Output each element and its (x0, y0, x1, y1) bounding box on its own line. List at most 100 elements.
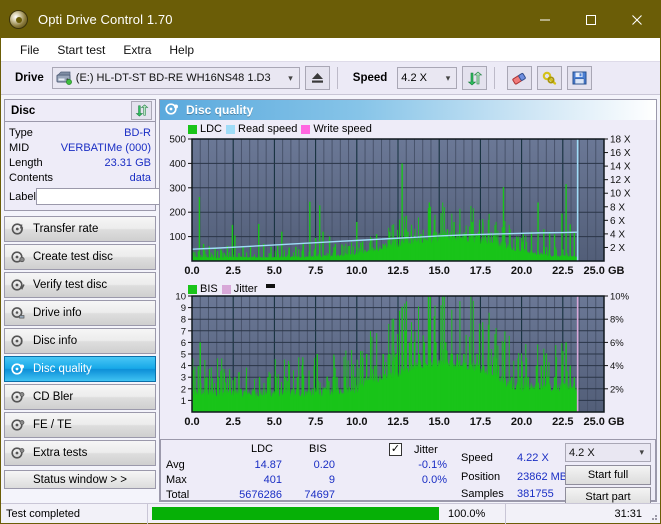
drive-label: Drive (15, 72, 44, 84)
sidebar-item-disc-quality[interactable]: Disc quality (4, 356, 156, 382)
svg-text:300: 300 (169, 183, 186, 194)
drive-value: (E:) HL-DT-ST BD-RE WH16NS48 1.D3 (75, 72, 271, 84)
svg-text:400: 400 (169, 159, 186, 170)
svg-text:14 X: 14 X (610, 162, 631, 173)
tools-button[interactable] (537, 66, 563, 90)
start-full-button[interactable]: Start full (565, 465, 651, 485)
stats-max-bis: 9 (328, 474, 335, 486)
svg-text:20.0: 20.0 (511, 265, 532, 277)
test-speed-select[interactable]: 4.2 X ▾ (565, 443, 651, 462)
menu-file[interactable]: File (11, 41, 48, 59)
svg-text:2%: 2% (610, 384, 624, 395)
svg-text:20.0: 20.0 (511, 416, 532, 428)
svg-text:100: 100 (169, 232, 186, 243)
svg-text:22.5: 22.5 (552, 416, 573, 428)
legend-item-ldc: LDC (188, 123, 222, 135)
menu-extra[interactable]: Extra (114, 41, 160, 59)
disc-verify-icon (11, 278, 25, 292)
minimize-icon[interactable] (522, 1, 568, 38)
drive-select[interactable]: (E:) HL-DT-ST BD-RE WH16NS48 1.D3 ▾ (51, 67, 300, 89)
svg-text:4%: 4% (610, 361, 624, 372)
jitter-checkbox[interactable]: ✓ (389, 443, 402, 456)
close-icon[interactable] (614, 1, 660, 38)
legend-item-jitter: Jitter (221, 283, 258, 295)
sidebar-item-drive-info[interactable]: Drive info (4, 300, 156, 326)
sidebar-item-cd-bler[interactable]: CD Bler (4, 384, 156, 410)
sidebar-item-fe-te[interactable]: FE / TE (4, 412, 156, 438)
disc-refresh-button[interactable] (131, 101, 152, 120)
svg-text:6: 6 (181, 338, 186, 349)
disc-row-type: Type BD-R (9, 125, 151, 140)
main-area: Disc Type BD-R MID VERBATIMe (000) Lengt… (1, 95, 660, 507)
stats-row-label-avg: Avg (166, 459, 185, 471)
disc-row-mid: MID VERBATIMe (000) (9, 140, 151, 155)
refresh-button[interactable] (462, 66, 488, 90)
eject-button[interactable] (304, 66, 330, 90)
menu-help[interactable]: Help (160, 41, 203, 59)
legend-swatch (221, 284, 231, 294)
svg-text:4: 4 (181, 361, 186, 372)
disc-label-key: Label (9, 190, 36, 203)
sidebar-item-label: Create test disc (33, 251, 113, 263)
status-window-button[interactable]: Status window > > (4, 470, 156, 489)
disc-row-key: Length (9, 156, 43, 169)
stats-total-ldc: 5676286 (239, 489, 282, 501)
position-stat-value: 23862 MB (517, 471, 568, 483)
menu-start-test[interactable]: Start test (48, 41, 114, 59)
svg-text:0.0: 0.0 (184, 265, 199, 277)
tools-icon (542, 71, 556, 85)
erase-button[interactable] (507, 66, 533, 90)
quality-ldc-chart: LDC Read speed Write speed 100 200 300 4… (162, 122, 654, 282)
menu-bar: File Start test Extra Help (1, 38, 660, 61)
window-controls (522, 1, 660, 38)
svg-text:3: 3 (181, 373, 186, 384)
sidebar-item-label: Disc quality (33, 363, 92, 375)
window-title: Opti Drive Control 1.70 (38, 12, 173, 27)
chevron-down-icon: ▾ (639, 447, 644, 457)
legend-swatch (188, 124, 197, 134)
svg-text:1: 1 (181, 396, 186, 407)
legend-label: Read speed (238, 123, 298, 135)
svg-text:7: 7 (181, 326, 186, 337)
sidebar-item-extra-tests[interactable]: Extra tests (4, 440, 156, 466)
stats-panel: LDC BIS ✓ Jitter Avg Max Total 14.87 401… (160, 439, 656, 507)
svg-text:18 X: 18 X (610, 135, 631, 146)
svg-text:10 X: 10 X (610, 189, 631, 200)
speed-select[interactable]: 4.2 X ▾ (397, 67, 458, 89)
refresh-icon (135, 104, 148, 117)
svg-text:25.0 GB: 25.0 GB (584, 416, 625, 428)
ldc-chart-legend: LDC Read speed Write speed (188, 123, 372, 135)
svg-text:5.0: 5.0 (267, 265, 282, 277)
svg-text:10.0: 10.0 (346, 416, 367, 428)
sidebar-item-transfer-rate[interactable]: Transfer rate (4, 216, 156, 242)
ldc-chart-svg: 100 200 300 400 500 2 X 4 X 6 X 8 X 10 X 12 X 14 X 1… (169, 135, 631, 278)
stats-col-ldc: LDC (251, 443, 274, 455)
sidebar-item-disc-info[interactable]: Disc info (4, 328, 156, 354)
legend-label: BIS (200, 283, 218, 295)
save-icon (572, 71, 587, 85)
svg-text:5.0: 5.0 (267, 416, 282, 428)
save-button[interactable] (567, 66, 593, 90)
charts-container: LDC Read speed Write speed 100 200 300 4… (160, 120, 656, 437)
samples-stat-value: 381755 (517, 488, 554, 500)
svg-text:12 X: 12 X (610, 175, 631, 186)
disc-row-value: VERBATIMe (000) (60, 141, 151, 154)
svg-text:17.5: 17.5 (470, 265, 491, 277)
toolbar-separator-2 (494, 67, 496, 89)
stats-row-label-max: Max (166, 474, 187, 486)
legend-swatch (301, 124, 311, 134)
disc-info-icon (11, 334, 25, 348)
refresh-icon (467, 71, 483, 85)
sidebar-item-create-test-disc[interactable]: Create test disc (4, 244, 156, 270)
drive-info-icon (11, 306, 25, 320)
sidebar-item-label: Verify test disc (33, 279, 108, 291)
fe-te-icon (11, 418, 25, 432)
test-speed-value: 4.2 X (569, 446, 595, 459)
progress-bar (152, 507, 439, 520)
sidebar-item-verify-test-disc[interactable]: Verify test disc (4, 272, 156, 298)
resize-grip-icon[interactable] (648, 511, 658, 521)
svg-text:2: 2 (181, 384, 186, 395)
stats-max-jitter: 0.0% (421, 474, 447, 486)
speed-label: Speed (352, 72, 388, 84)
maximize-icon[interactable] (568, 1, 614, 38)
